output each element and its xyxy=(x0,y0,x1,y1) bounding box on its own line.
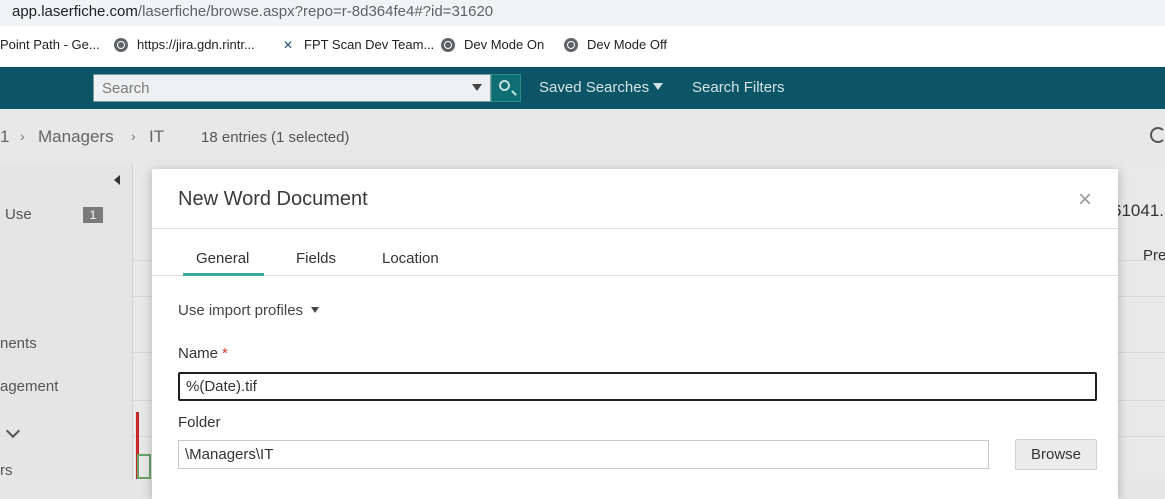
name-label: Name * xyxy=(178,345,228,362)
url-path: /laserfiche/browse.aspx?repo=r-8d364fe4#… xyxy=(137,3,494,20)
tab-fields[interactable]: Fields xyxy=(296,250,336,267)
bookmark-label: Point Path - Ge... xyxy=(0,37,100,52)
tab-location[interactable]: Location xyxy=(382,250,439,267)
address-bar[interactable]: app.laserfiche.com/laserfiche/browse.asp… xyxy=(0,0,1165,26)
entries-count: 18 entries (1 selected) xyxy=(201,129,350,146)
row-checkbox[interactable] xyxy=(137,454,151,479)
active-tab-indicator xyxy=(183,273,264,276)
search-dropdown-caret-icon[interactable] xyxy=(472,84,482,91)
left-pane: Use 1 nents agement rs xyxy=(0,164,133,479)
import-profiles-toggle[interactable]: Use import profiles xyxy=(178,302,320,319)
globe-icon xyxy=(441,37,455,52)
bookmark-label: Dev Mode Off xyxy=(587,37,667,52)
left-pane-item-other[interactable]: rs xyxy=(0,462,13,479)
new-word-document-dialog: New Word Document × General Fields Locat… xyxy=(152,169,1118,499)
breadcrumb-separator-icon: › xyxy=(131,128,136,144)
refresh-icon[interactable] xyxy=(1150,127,1165,143)
bookmark-jira[interactable]: https://jira.gdn.rintr... xyxy=(114,37,255,52)
folder-field[interactable] xyxy=(178,440,989,469)
breadcrumb-item-it[interactable]: IT xyxy=(149,127,164,147)
bookmark-dev-mode-off[interactable]: Dev Mode Off xyxy=(564,37,667,52)
close-icon[interactable]: × xyxy=(1078,188,1092,212)
search-field[interactable] xyxy=(93,74,491,102)
required-marker: * xyxy=(222,345,228,362)
saved-searches-menu[interactable]: Saved Searches xyxy=(539,79,664,96)
chevron-down-icon[interactable] xyxy=(5,423,21,439)
search-filters-link[interactable]: Search Filters xyxy=(692,79,785,96)
browse-button[interactable]: Browse xyxy=(1015,439,1097,470)
url-host: app.laserfiche.com xyxy=(12,3,138,20)
globe-icon xyxy=(114,37,128,52)
bookmark-label: Dev Mode On xyxy=(464,37,545,52)
collapse-pane-icon[interactable] xyxy=(114,175,120,185)
folder-label: Folder xyxy=(178,414,221,431)
search-icon xyxy=(499,80,510,91)
peek-column-header: Pre xyxy=(1143,247,1165,264)
peek-number: 61041. xyxy=(1112,201,1164,220)
name-field[interactable] xyxy=(178,372,1097,401)
tab-general[interactable]: General xyxy=(196,250,249,267)
dialog-tabs: General Fields Location xyxy=(152,228,1118,276)
dialog-title: New Word Document xyxy=(178,188,368,210)
search-button[interactable] xyxy=(491,74,521,102)
left-pane-item-management[interactable]: agement xyxy=(0,378,58,395)
url-text[interactable]: app.laserfiche.com/laserfiche/browse.asp… xyxy=(12,3,493,20)
breadcrumb-item[interactable]: 1 xyxy=(0,127,9,147)
globe-icon xyxy=(564,37,578,52)
breadcrumb-separator-icon: › xyxy=(20,128,25,144)
breadcrumb-item-managers[interactable]: Managers xyxy=(38,127,114,147)
left-pane-item-use[interactable]: Use xyxy=(5,206,32,223)
import-profiles-label: Use import profiles xyxy=(178,302,304,319)
bookmarks-bar: Point Path - Ge... https://jira.gdn.rint… xyxy=(0,26,1165,67)
bookmark-point-path[interactable]: Point Path - Ge... xyxy=(0,37,100,52)
hp-icon: ✕ xyxy=(282,37,294,52)
bookmark-label: https://jira.gdn.rintr... xyxy=(137,37,255,52)
name-label-text: Name xyxy=(178,345,219,362)
search-input[interactable] xyxy=(94,75,462,101)
caret-down-icon xyxy=(311,307,320,313)
bookmark-fpt-scan[interactable]: ✕ FPT Scan Dev Team... xyxy=(281,37,434,52)
saved-searches-label: Saved Searches xyxy=(539,79,650,96)
app-header: Saved Searches Search Filters xyxy=(0,67,1165,109)
left-pane-item-documents[interactable]: nents xyxy=(0,335,37,352)
bookmark-dev-mode-on[interactable]: Dev Mode On xyxy=(441,37,544,52)
chevron-down-icon xyxy=(653,83,664,90)
count-badge: 1 xyxy=(83,207,103,223)
breadcrumb: 1 › Managers › IT 18 entries (1 selected… xyxy=(0,109,1165,164)
bookmark-label: FPT Scan Dev Team... xyxy=(304,37,435,52)
search-filters-label: Search Filters xyxy=(692,79,785,96)
